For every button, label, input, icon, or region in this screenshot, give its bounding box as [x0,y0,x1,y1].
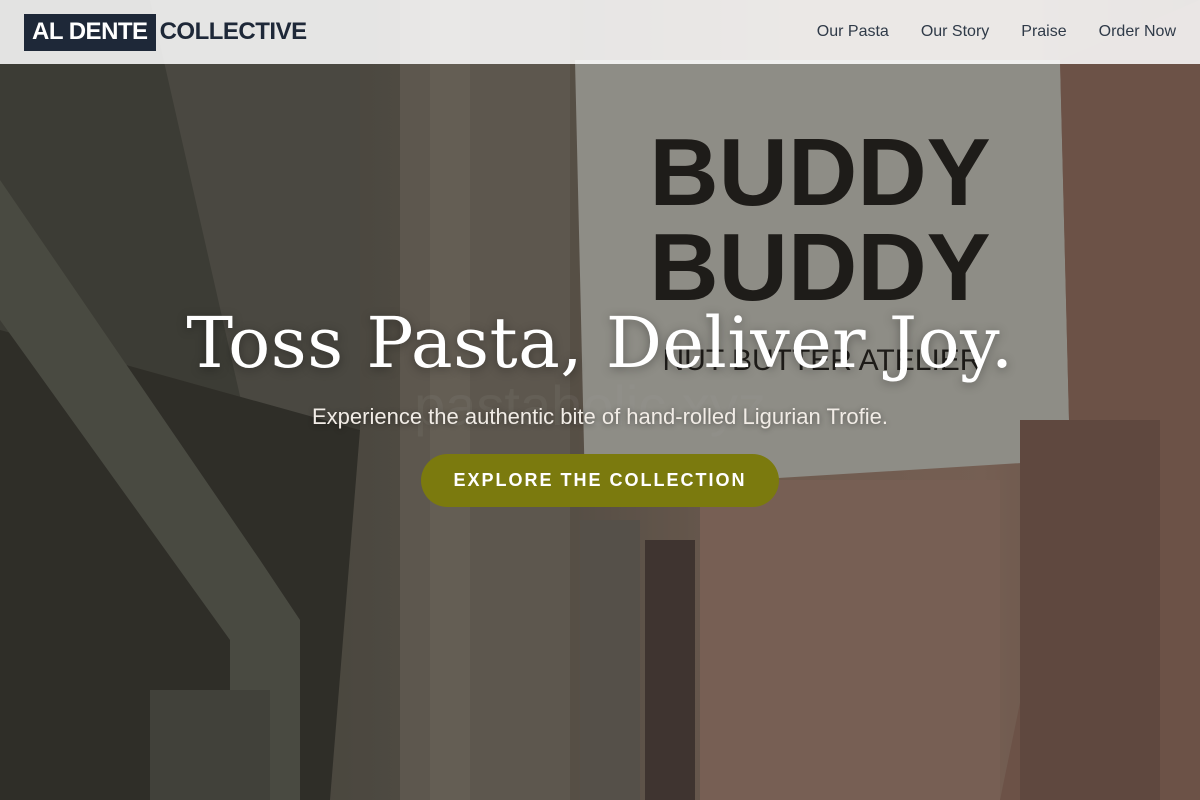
explore-collection-button[interactable]: EXPLORE THE COLLECTION [421,454,779,507]
brand-logo-boxed-text: AL DENTE [24,13,156,51]
hero-title: Toss Pasta, Deliver Joy. [186,302,1014,384]
brand-logo-text: COLLECTIVE [159,18,308,45]
brand-logo[interactable]: AL DENTE COLLECTIVE [24,13,308,51]
nav-link-praise[interactable]: Praise [1021,23,1066,41]
hero-section: BUDDY BUDDY NUT BUTTER ATELIER pastaholi… [0,0,1200,800]
nav-link-order-now[interactable]: Order Now [1099,23,1176,41]
hero-content: Toss Pasta, Deliver Joy. Experience the … [0,300,1200,507]
nav-links: Our Pasta Our Story Praise Order Now [785,23,1176,41]
nav-link-our-story[interactable]: Our Story [921,23,989,41]
nav-link-our-pasta[interactable]: Our Pasta [817,23,889,41]
hero-subtitle: Experience the authentic bite of hand-ro… [311,404,889,429]
top-navbar: AL DENTE COLLECTIVE Our Pasta Our Story … [0,0,1200,64]
